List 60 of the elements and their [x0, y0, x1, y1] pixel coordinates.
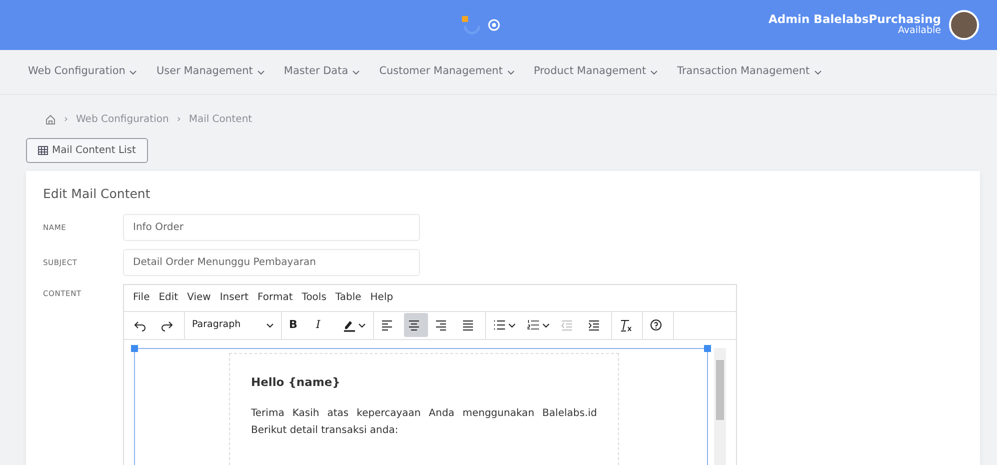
email-paragraph: Terima Kasih atas kepercayaan Anda menggunakan Balelabs.id Berikut detail transaksi anda: — [251, 407, 597, 438]
editor-menu-item[interactable]: Insert — [220, 290, 249, 306]
chevron-down-icon — [358, 322, 366, 329]
clear-format-icon — [619, 318, 632, 332]
nav-menu-item[interactable]: Transaction Management — [677, 64, 822, 80]
highlighter-icon — [343, 318, 356, 332]
chevron-down-icon — [352, 68, 360, 76]
form-title: Edit Mail Content — [43, 185, 152, 203]
nav-menu-item[interactable]: Web Configuration — [28, 64, 138, 80]
nav-menu-item[interactable]: Master Data — [284, 64, 360, 80]
user-name: Admin BalelabsPurchasing — [768, 13, 941, 26]
breadcrumb-separator: › — [176, 113, 181, 127]
chevron-down-icon — [814, 68, 822, 76]
email-heading: Hello {name} — [251, 374, 342, 391]
editor-menu-item[interactable]: File — [133, 290, 150, 306]
home-icon[interactable] — [45, 114, 56, 125]
toolbar-button[interactable] — [404, 313, 428, 338]
editor-menu-item[interactable]: Table — [335, 290, 362, 306]
nav-menu-item[interactable]: User Management — [156, 64, 265, 80]
indent-icon — [588, 318, 601, 332]
list-button[interactable]: Mail Content List — [26, 138, 148, 163]
format-button[interactable]: I — [312, 313, 336, 338]
text-field[interactable]: Detail Order Menunggu Pembayaran — [123, 248, 420, 276]
editor-menu-item[interactable]: Format — [258, 290, 293, 306]
text-field[interactable]: Info Order — [123, 214, 420, 241]
help-icon — [650, 318, 663, 332]
editor-menu-item[interactable]: View — [187, 290, 211, 306]
bullet-list-icon — [493, 318, 506, 332]
redo-icon — [161, 318, 174, 332]
format-button[interactable]: B — [285, 313, 309, 338]
chevron-down-icon — [542, 322, 550, 329]
chevron-down-icon — [266, 322, 274, 329]
chevron-down-icon — [129, 68, 138, 76]
resize-handle — [131, 344, 138, 352]
table-icon — [38, 146, 48, 155]
align-left-icon — [381, 318, 394, 332]
format-dropdown[interactable]: Paragraph — [188, 313, 278, 338]
editor-menu-item[interactable]: Edit — [158, 290, 178, 306]
resize-handle — [704, 344, 711, 352]
breadcrumb-current: Mail Content — [188, 113, 252, 127]
breadcrumb-separator: › — [64, 113, 68, 127]
chevron-down-icon — [506, 68, 515, 76]
user-status: Available — [898, 26, 941, 37]
avatar[interactable] — [949, 10, 979, 40]
nav-menu-item[interactable]: Customer Management — [379, 64, 515, 80]
outdent-icon — [561, 318, 574, 332]
numbered-list-icon — [527, 318, 540, 332]
align-center-icon — [408, 318, 421, 332]
target-icon[interactable] — [488, 19, 500, 31]
editor-menu-item[interactable]: Help — [370, 290, 394, 306]
justify-icon — [462, 318, 475, 332]
nav-menu-item[interactable]: Product Management — [534, 64, 658, 80]
scrollbar-thumb[interactable] — [716, 360, 724, 420]
editor-menu-item[interactable]: Tools — [302, 290, 326, 306]
logo-icon — [460, 14, 480, 36]
chevron-down-icon — [650, 68, 658, 76]
chevron-down-icon — [256, 68, 265, 76]
undo-icon — [134, 318, 147, 332]
align-right-icon — [435, 318, 448, 332]
chevron-down-icon — [508, 322, 516, 329]
